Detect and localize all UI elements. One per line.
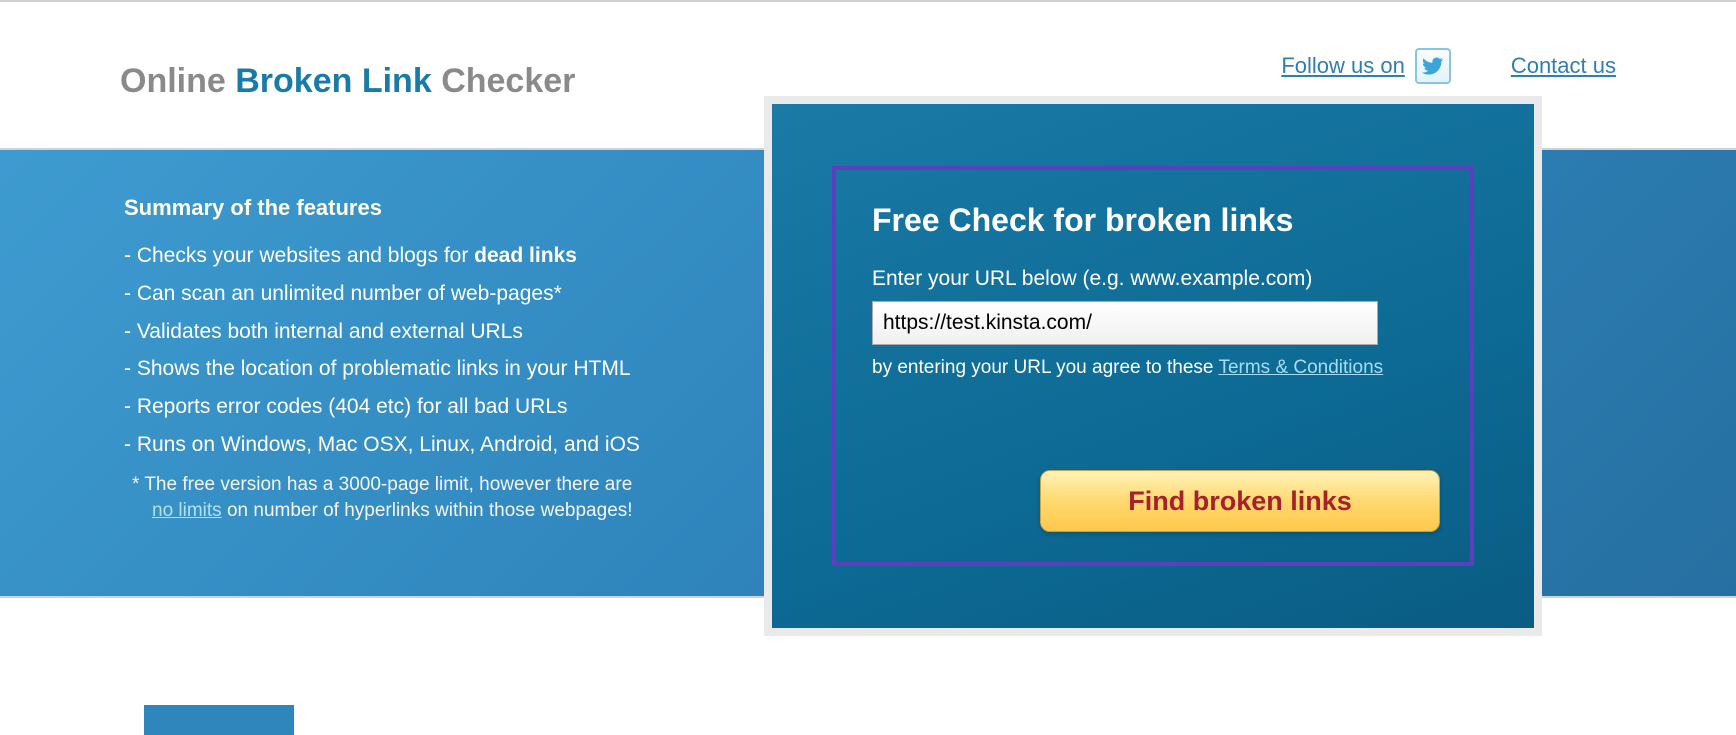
url-input[interactable] — [872, 301, 1378, 345]
checker-panel-inner: Free Check for broken links Enter your U… — [832, 166, 1474, 566]
features-title: Summary of the features — [124, 195, 744, 221]
terms-text: by entering your URL you agree to these … — [872, 357, 1434, 379]
feature-item: - Validates both internal and external U… — [124, 313, 744, 351]
twitter-icon[interactable] — [1415, 48, 1451, 84]
features-note-line2: no limits on number of hyperlinks within… — [124, 500, 744, 522]
panel-title: Free Check for broken links — [872, 202, 1434, 239]
url-label: Enter your URL below (e.g. www.example.c… — [872, 267, 1434, 291]
logo-text-2: Broken Link — [235, 62, 431, 100]
features-note-line1: * The free version has a 3000-page limit… — [124, 474, 744, 496]
terms-link[interactable]: Terms & Conditions — [1218, 357, 1383, 378]
feature-item: - Can scan an unlimited number of web-pa… — [124, 275, 744, 313]
logo-text-3: Checker — [441, 62, 575, 100]
site-logo: Online Broken Link Checker — [120, 42, 575, 101]
no-limits-link[interactable]: no limits — [152, 500, 222, 521]
checker-panel: Free Check for broken links Enter your U… — [764, 96, 1542, 636]
feature-item: - Runs on Windows, Mac OSX, Linux, Andro… — [124, 426, 744, 464]
feature-item: - Shows the location of problematic link… — [124, 350, 744, 388]
contact-us-link[interactable]: Contact us — [1511, 53, 1616, 79]
logo-text-1: Online — [120, 62, 226, 100]
find-broken-links-button[interactable]: Find broken links — [1040, 470, 1440, 532]
follow-us-link[interactable]: Follow us on — [1281, 53, 1405, 79]
feature-item: - Checks your websites and blogs for dea… — [124, 237, 744, 275]
features-summary: Summary of the features - Checks your we… — [124, 195, 744, 522]
feature-item: - Reports error codes (404 etc) for all … — [124, 388, 744, 426]
bottom-accent — [144, 705, 294, 735]
